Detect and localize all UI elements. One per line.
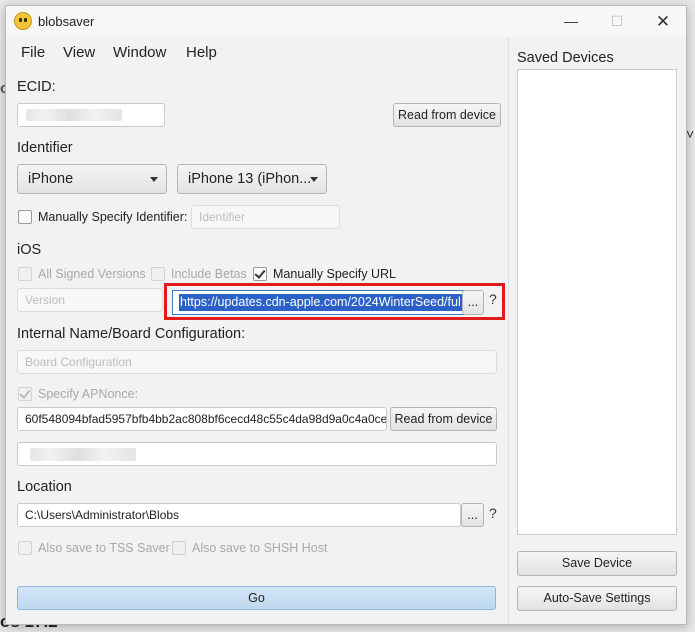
device-type-value: iPhone	[28, 171, 74, 187]
title-bar: blobsaver — ☐ ✕	[6, 6, 686, 37]
annotation-highlight-box	[164, 283, 505, 320]
identifier-label: Identifier	[17, 140, 73, 156]
menu-bar: File View Window Help	[6, 37, 506, 67]
go-button[interactable]: Go	[17, 586, 496, 610]
blobsaver-logo-icon	[14, 12, 32, 30]
saved-devices-list[interactable]	[517, 69, 677, 535]
specify-apnonce-label: Specify APNonce:	[38, 387, 139, 401]
panel-divider	[508, 37, 509, 623]
version-field[interactable]: Version	[17, 288, 163, 312]
window-title: blobsaver	[38, 14, 95, 29]
location-path-field[interactable]: C:\Users\Administrator\Blobs	[17, 503, 461, 527]
all-signed-versions-label: All Signed Versions	[38, 267, 146, 281]
saved-devices-title: Saved Devices	[517, 50, 614, 66]
minimize-button[interactable]: —	[548, 6, 594, 37]
tss-saver-label: Also save to TSS Saver	[38, 541, 170, 555]
ecid-redacted-value	[26, 109, 122, 121]
board-config-field[interactable]: Board Configuration	[17, 350, 497, 374]
menu-window[interactable]: Window	[113, 44, 166, 61]
specify-apnonce-checkbox[interactable]	[18, 387, 32, 401]
shsh-host-label: Also save to SHSH Host	[192, 541, 328, 555]
ecid-field[interactable]	[17, 103, 165, 127]
manual-url-label: Manually Specify URL	[273, 267, 396, 281]
checkmark-icon	[254, 267, 266, 279]
device-model-dropdown[interactable]: iPhone 13 (iPhon...	[177, 164, 327, 194]
tss-saver-checkbox[interactable]	[18, 541, 32, 555]
location-help-icon[interactable]: ?	[489, 505, 497, 521]
location-label: Location	[17, 479, 72, 495]
maximize-button[interactable]: ☐	[594, 6, 640, 37]
generator-field[interactable]	[17, 442, 497, 466]
ecid-label: ECID:	[17, 79, 56, 95]
all-signed-versions-checkbox[interactable]	[18, 267, 32, 281]
manual-url-checkbox[interactable]	[253, 267, 267, 281]
checkmark-icon	[19, 387, 31, 399]
apnonce-read-from-device-button[interactable]: Read from device	[390, 407, 497, 431]
device-model-value: iPhone 13 (iPhon...	[188, 171, 312, 187]
generator-redacted-value	[30, 448, 136, 461]
save-device-button[interactable]: Save Device	[517, 551, 677, 576]
chevron-down-icon	[150, 177, 158, 182]
chevron-down-icon	[310, 177, 318, 182]
include-betas-checkbox[interactable]	[151, 267, 165, 281]
ios-label: iOS	[17, 242, 42, 258]
location-browse-button[interactable]: ...	[461, 503, 484, 527]
menu-view[interactable]: View	[63, 44, 95, 61]
background-chevron-icon: ˅	[686, 126, 695, 142]
auto-save-settings-button[interactable]: Auto-Save Settings	[517, 586, 677, 611]
identifier-field[interactable]: Identifier	[191, 205, 340, 229]
device-type-dropdown[interactable]: iPhone	[17, 164, 167, 194]
blobsaver-window: blobsaver — ☐ ✕ File View Window Help EC…	[5, 5, 687, 625]
menu-help[interactable]: Help	[186, 44, 217, 61]
close-button[interactable]: ✕	[640, 6, 686, 37]
manual-identifier-checkbox[interactable]	[18, 210, 32, 224]
shsh-host-checkbox[interactable]	[172, 541, 186, 555]
apnonce-field[interactable]: 60f548094bfad5957bfb4bb2ac808bf6cecd48c5…	[17, 407, 387, 431]
manual-identifier-label: Manually Specify Identifier:	[38, 210, 188, 224]
menu-file[interactable]: File	[21, 44, 45, 61]
board-config-label: Internal Name/Board Configuration:	[17, 326, 246, 342]
ecid-read-from-device-button[interactable]: Read from device	[393, 103, 501, 127]
include-betas-label: Include Betas	[171, 267, 247, 281]
